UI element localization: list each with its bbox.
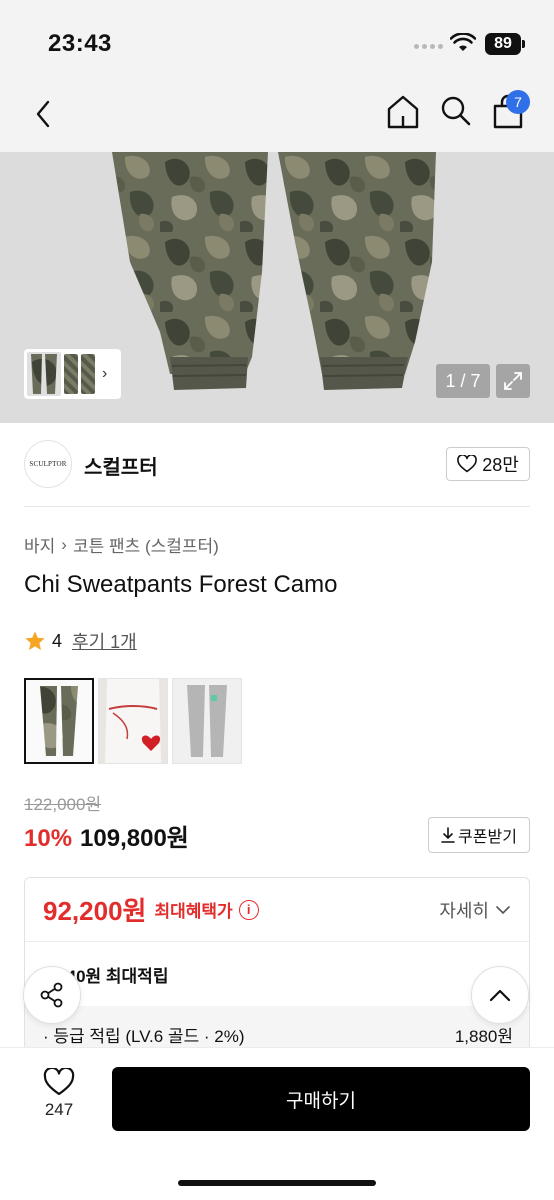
variant-thumbnail-camo[interactable] xyxy=(24,678,94,764)
breadcrumb: 바지 › 코튼 팬츠 (스컬프터) xyxy=(24,532,219,557)
wifi-icon xyxy=(450,33,476,51)
benefit-detail-toggle[interactable]: 자세히 xyxy=(439,897,511,923)
gallery-page-indicator: 1 / 7 xyxy=(436,364,490,398)
home-icon[interactable] xyxy=(386,94,420,130)
battery-indicator: 89 xyxy=(485,33,525,55)
breadcrumb-separator-icon: › xyxy=(61,534,67,554)
share-icon xyxy=(40,982,63,1008)
top-nav: 7 xyxy=(0,80,554,152)
brand-logo[interactable]: SCULPTOR xyxy=(24,440,72,488)
chevron-up-icon xyxy=(489,989,511,1002)
brand-row: SCULPTOR 스컬프터 28만 xyxy=(0,423,554,507)
chevron-right-icon: › xyxy=(102,365,108,382)
gallery-thumbnail xyxy=(81,354,95,394)
max-points-label: 5,140원 최대적립 xyxy=(43,967,169,986)
wishlist-count: 247 xyxy=(44,1100,74,1119)
gallery-thumbnail xyxy=(27,352,61,396)
bottom-action-bar: 247 구매하기 xyxy=(0,1048,554,1200)
star-icon xyxy=(25,631,45,650)
chevron-left-icon xyxy=(36,100,50,128)
discount-rate: 10% xyxy=(24,825,73,852)
expand-icon xyxy=(504,372,522,390)
share-button[interactable] xyxy=(23,966,81,1024)
buy-button[interactable]: 구매하기 xyxy=(112,1067,530,1131)
reviews-link[interactable]: 후기 1개 xyxy=(72,628,137,654)
max-benefit-box: 92,200원 최대혜택가 i 자세히 5,140원 최대적립 · 등급 적립 … xyxy=(24,877,530,1077)
info-icon[interactable]: i xyxy=(238,899,259,920)
coupon-label: 쿠폰받기 xyxy=(458,829,517,846)
status-time: 23:43 xyxy=(48,30,112,57)
home-indicator xyxy=(178,1180,376,1186)
grade-points-label: · 등급 적립 (LV.6 골드 · 2%) xyxy=(43,1027,245,1046)
color-variant-list xyxy=(24,678,242,764)
breadcrumb-item[interactable]: 코튼 팬츠 (스컬프터) xyxy=(73,532,219,557)
sale-price: 109,800원 xyxy=(80,825,189,852)
gallery-thumbnail xyxy=(64,354,78,394)
expand-image-button[interactable] xyxy=(496,364,530,398)
original-price: 122,000원 xyxy=(24,795,102,814)
wishlist-button[interactable]: 247 xyxy=(30,1068,88,1120)
variant-thumbnail-white[interactable] xyxy=(98,678,168,764)
max-benefit-price: 92,200원 xyxy=(43,896,147,926)
search-icon[interactable] xyxy=(440,95,472,127)
divider xyxy=(24,506,530,507)
download-icon xyxy=(441,827,455,843)
max-benefit-header: 92,200원 최대혜택가 i 자세히 xyxy=(25,878,529,942)
rating-value: 4 xyxy=(52,630,63,651)
grade-points-value: 1,880원 xyxy=(454,1027,513,1046)
cart-count-badge: 7 xyxy=(506,90,530,114)
price-row: 10% 109,800원 xyxy=(24,818,189,853)
product-title: Chi Sweatpants Forest Camo xyxy=(24,571,338,598)
breadcrumb-item[interactable]: 바지 xyxy=(24,532,55,557)
rating-row: 4 후기 1개 xyxy=(24,628,137,654)
chevron-down-icon xyxy=(496,905,510,914)
back-button[interactable] xyxy=(28,96,58,132)
gallery-thumbnail-strip[interactable]: › xyxy=(24,349,121,399)
brand-like-button[interactable]: 28만 xyxy=(446,447,530,481)
heart-outline-icon xyxy=(43,1068,75,1096)
coupon-button[interactable]: 쿠폰받기 xyxy=(428,817,530,853)
benefit-detail-label: 자세히 xyxy=(439,900,489,921)
brand-name[interactable]: 스컬프터 xyxy=(84,451,158,480)
scroll-to-top-button[interactable] xyxy=(471,966,529,1024)
brand-like-count: 28만 xyxy=(482,455,519,475)
product-image-gallery[interactable]: › 1 / 7 xyxy=(0,152,554,423)
max-benefit-label: 최대혜택가 xyxy=(154,902,233,921)
heart-outline-icon xyxy=(457,455,478,473)
variant-thumbnail-grey[interactable] xyxy=(172,678,242,764)
status-bar: 23:43 89 xyxy=(0,0,554,80)
signal-dots-icon xyxy=(414,44,443,49)
